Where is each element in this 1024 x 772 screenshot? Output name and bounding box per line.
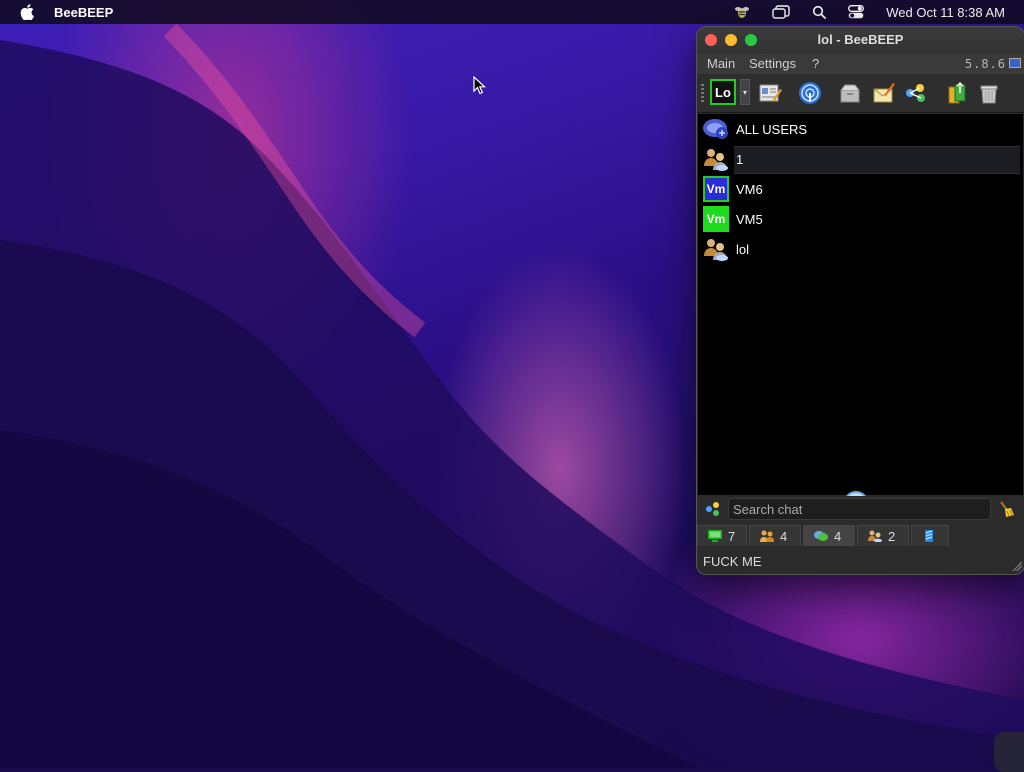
menu-main[interactable]: Main	[707, 56, 735, 71]
close-window-button[interactable]	[705, 34, 717, 46]
user-name: lol	[736, 241, 750, 257]
search-chat-input[interactable]	[728, 498, 991, 520]
dock-edge[interactable]	[994, 732, 1024, 772]
status-dropdown-button[interactable]: ▾	[740, 79, 750, 105]
tab-groups[interactable]: 2	[857, 525, 909, 546]
file-share-icon[interactable]	[838, 81, 862, 105]
window-titlebar[interactable]: lol - BeeBEEP	[697, 27, 1024, 54]
beebeep-window: lol - BeeBEEP Main Settings ? 5.8.6 Lo ▾	[696, 26, 1024, 575]
plugins-small-icon[interactable]	[705, 501, 721, 517]
user-avatar-vm6: Vm	[703, 176, 729, 202]
user-row-all-users[interactable]: ALL USERS	[698, 114, 1023, 144]
window-title: lol - BeeBEEP	[817, 32, 904, 47]
app-menu-bar: Main Settings ? 5.8.6	[697, 54, 1024, 74]
user-row-1[interactable]: 1	[698, 144, 1023, 174]
tab-chats[interactable]: 4	[803, 525, 855, 546]
tab-log[interactable]	[911, 525, 949, 546]
edit-profile-icon[interactable]	[758, 81, 782, 105]
write-message-icon[interactable]	[872, 81, 896, 105]
user-avatar-vm5: Vm	[703, 206, 729, 232]
maximize-window-button[interactable]	[745, 34, 757, 46]
beebeep-tray-icon[interactable]	[734, 4, 750, 20]
clear-search-broom-icon[interactable]	[998, 500, 1016, 518]
user-row-vm6[interactable]: Vm VM6	[698, 174, 1023, 204]
window-switch-icon[interactable]	[772, 5, 790, 19]
plugins-icon[interactable]	[904, 81, 928, 105]
selection-highlight	[734, 146, 1020, 174]
log-icon	[925, 530, 933, 542]
user-name: VM5	[736, 211, 763, 227]
update-icon[interactable]	[945, 81, 969, 105]
tab-users[interactable]: 4	[749, 525, 801, 546]
user-list: ALL USERS 1 Vm VM6 Vm VM5 lol	[698, 114, 1023, 516]
minimize-window-button[interactable]	[725, 34, 737, 46]
user-name: VM6	[736, 181, 763, 197]
group-icon	[704, 239, 728, 261]
tab-connections[interactable]: 7	[697, 525, 747, 546]
status-bar: FUCK ME	[697, 551, 1024, 573]
user-row-vm5[interactable]: Vm VM5	[698, 204, 1023, 234]
resize-grip-handle[interactable]	[1012, 561, 1022, 571]
menu-bar-clock[interactable]: Wed Oct 11 8:38 AM	[886, 5, 1005, 20]
search-bar	[697, 496, 1024, 522]
control-center-icon[interactable]	[848, 5, 865, 19]
user-name: 1	[736, 151, 744, 167]
group-icon	[704, 149, 728, 171]
active-app-name[interactable]: BeeBEEP	[54, 5, 113, 20]
spotlight-search-icon[interactable]	[812, 5, 827, 19]
chats-icon	[814, 531, 828, 541]
profile-status-button[interactable]: Lo	[710, 79, 736, 105]
trash-icon[interactable]	[977, 81, 1001, 105]
menu-help[interactable]: ?	[812, 56, 819, 71]
menu-bar: BeeBEEP Wed Oct 11 8:38 AM	[0, 0, 1024, 24]
all-users-icon	[703, 119, 728, 139]
menu-settings[interactable]: Settings	[749, 56, 796, 71]
users-icon	[760, 530, 774, 542]
network-broadcast-icon[interactable]	[798, 81, 822, 105]
apple-icon[interactable]	[20, 4, 34, 20]
toolbar-grip-handle[interactable]	[701, 84, 704, 102]
version-label: 5.8.6	[964, 57, 1006, 71]
language-flag-icon	[1009, 58, 1021, 68]
mouse-pointer-icon	[473, 76, 487, 95]
computer-icon	[708, 530, 722, 542]
status-message: FUCK ME	[703, 554, 762, 569]
user-name: ALL USERS	[736, 121, 808, 137]
view-tabs: 7 4 4 2	[697, 525, 1024, 547]
groups-icon	[868, 530, 882, 542]
main-toolbar: Lo ▾	[697, 74, 1024, 113]
user-row-lol[interactable]: lol	[698, 234, 1023, 264]
